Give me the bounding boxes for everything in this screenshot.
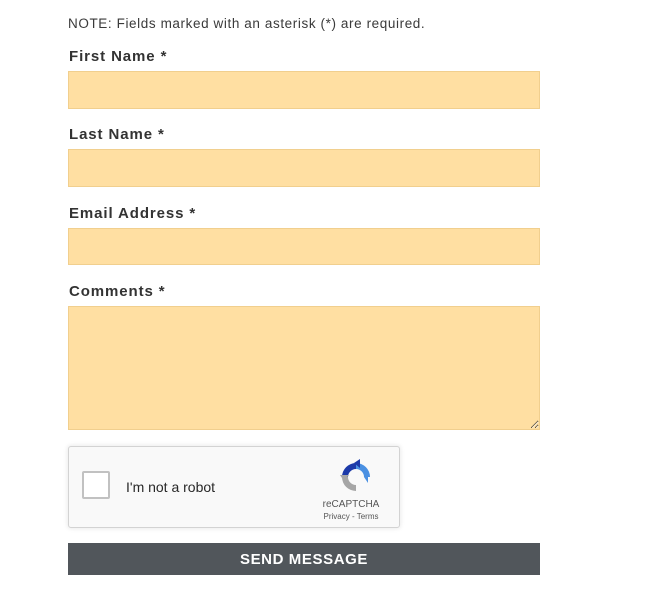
recaptcha-brand: reCAPTCHA bbox=[322, 499, 380, 510]
first-name-label: First Name * bbox=[69, 48, 168, 65]
recaptcha-logo-icon bbox=[340, 459, 370, 491]
last-name-label: Last Name * bbox=[69, 126, 165, 143]
recaptcha-checkbox[interactable] bbox=[82, 471, 110, 499]
send-message-button[interactable]: SEND MESSAGE bbox=[68, 543, 540, 575]
email-address-input[interactable] bbox=[68, 228, 540, 265]
recaptcha-terms-link[interactable]: Terms bbox=[357, 512, 379, 521]
recaptcha-privacy-link[interactable]: Privacy bbox=[324, 512, 350, 521]
comments-label: Comments * bbox=[69, 283, 166, 300]
recaptcha-widget: I'm not a robot reCAPTCHA Privacy - Term… bbox=[68, 446, 400, 528]
comments-textarea[interactable] bbox=[68, 306, 540, 430]
recaptcha-link-separator: - bbox=[349, 512, 357, 521]
first-name-input[interactable] bbox=[68, 71, 540, 109]
recaptcha-label: I'm not a robot bbox=[126, 479, 216, 495]
last-name-input[interactable] bbox=[68, 149, 540, 187]
recaptcha-links: Privacy - Terms bbox=[305, 512, 397, 521]
email-address-label: Email Address * bbox=[69, 205, 197, 222]
required-fields-note: NOTE: Fields marked with an asterisk (*)… bbox=[68, 16, 426, 31]
